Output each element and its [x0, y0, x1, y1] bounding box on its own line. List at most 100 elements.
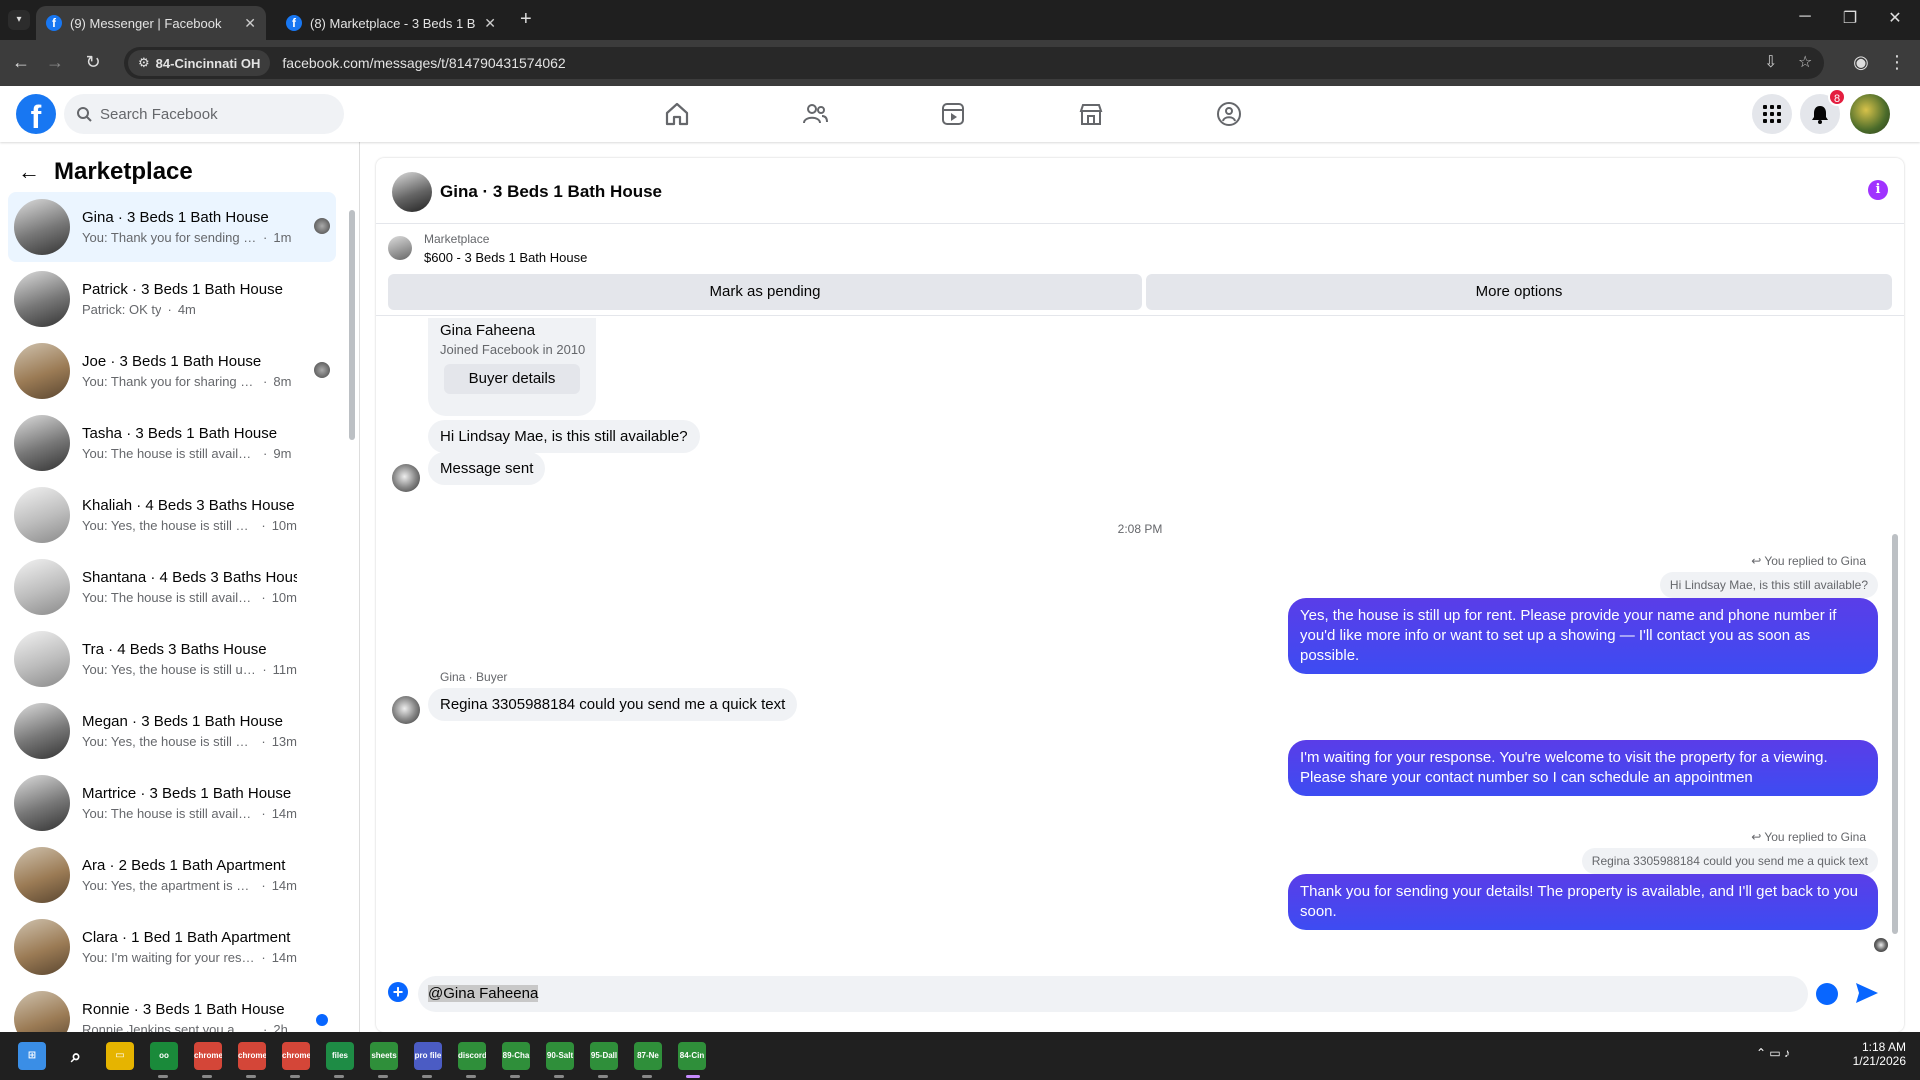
tab-search-button[interactable]: ▾: [8, 10, 30, 30]
conversation-item[interactable]: Shantana · 4 Beds 3 Baths House You: The …: [8, 552, 336, 622]
clock[interactable]: 1:18 AM 1/21/2026: [1820, 1040, 1906, 1068]
outgoing-message[interactable]: I'm waiting for your response. You're we…: [1288, 740, 1878, 796]
conversation-item[interactable]: Tasha · 3 Beds 1 Bath House You: The hous…: [8, 408, 336, 478]
conversation-preview: You: Yes, the apartment is still ava... ·…: [82, 878, 297, 893]
mark-as-pending-button[interactable]: Mark as pending: [388, 274, 1142, 310]
send-icon[interactable]: [1854, 980, 1880, 1006]
minimize-button[interactable]: ─: [1790, 8, 1820, 26]
taskbar-app-icon[interactable]: files: [326, 1042, 354, 1070]
sender-avatar[interactable]: [392, 696, 420, 724]
restore-button[interactable]: ❐: [1835, 8, 1865, 28]
conversation-item[interactable]: Martrice · 3 Beds 1 Bath House You: The h…: [8, 768, 336, 838]
sidebar-header: ← Marketplace: [18, 158, 193, 186]
plus-icon[interactable]: +: [388, 982, 408, 1002]
close-tab-icon[interactable]: ✕: [244, 15, 256, 32]
windows-start-icon[interactable]: ⊞: [18, 1042, 46, 1070]
conversation-item[interactable]: Megan · 3 Beds 1 Bath House You: Yes, the…: [8, 696, 336, 766]
groups-icon[interactable]: [1214, 100, 1244, 128]
incoming-message[interactable]: Message sent: [428, 452, 546, 485]
quoted-message[interactable]: Hi Lindsay Mae, is this still available?: [1659, 572, 1878, 598]
taskbar-app-icon[interactable]: chrome: [282, 1042, 310, 1070]
taskbar-app-icon[interactable]: 84-Cin: [678, 1042, 706, 1070]
info-icon[interactable]: i: [1868, 180, 1888, 200]
profile-icon[interactable]: ◉: [1850, 52, 1872, 73]
forward-icon[interactable]: →: [44, 52, 66, 73]
outgoing-message[interactable]: Yes, the house is still up for rent. Ple…: [1288, 598, 1878, 674]
listing-title[interactable]: $600 - 3 Beds 1 Bath House: [424, 250, 587, 265]
sender-label: Gina · Buyer: [440, 670, 508, 684]
outgoing-message[interactable]: Thank you for sending your details! The …: [1288, 874, 1878, 930]
conversation-item[interactable]: Joe · 3 Beds 1 Bath House You: Thank you …: [8, 336, 336, 406]
sidebar-scrollbar[interactable]: [349, 210, 355, 440]
search-icon[interactable]: ⌕: [62, 1042, 90, 1070]
taskbar-app-icon[interactable]: pro file: [414, 1042, 442, 1070]
taskbar-app-icon[interactable]: 87-Ne: [634, 1042, 662, 1070]
tab-marketplace[interactable]: f (8) Marketplace - 3 Beds 1 Bath ✕: [276, 6, 506, 40]
taskbar-app-icon[interactable]: sheets: [370, 1042, 398, 1070]
tab-messenger[interactable]: f (9) Messenger | Facebook ✕: [36, 6, 266, 40]
taskbar-app-icon[interactable]: oo: [150, 1042, 178, 1070]
menu-kebab-icon[interactable]: ⋮: [1886, 52, 1908, 73]
video-icon[interactable]: [938, 100, 968, 128]
search-facebook-input[interactable]: Search Facebook: [64, 94, 344, 134]
conversation-info: Gina · 3 Beds 1 Bath House You: Thank you…: [82, 209, 297, 245]
quoted-message[interactable]: Regina 3305988184 could you send me a qu…: [1581, 848, 1878, 874]
buyer-details-button[interactable]: Buyer details: [444, 364, 580, 394]
incoming-message[interactable]: Hi Lindsay Mae, is this still available?: [428, 420, 700, 453]
home-icon[interactable]: [662, 100, 692, 128]
listing-thumbnail[interactable]: [388, 236, 412, 260]
taskbar-app-icon[interactable]: chrome: [194, 1042, 222, 1070]
conversation-item[interactable]: Patrick · 3 Beds 1 Bath House Patrick: OK…: [8, 264, 336, 334]
taskbar-app-icon[interactable]: chrome: [238, 1042, 266, 1070]
sender-avatar[interactable]: [392, 464, 420, 492]
taskbar-app-icon[interactable]: 95-Dall: [590, 1042, 618, 1070]
site-info-chip[interactable]: ⚙ 84-Cincinnati OH: [128, 50, 271, 76]
conversation-info: Ara · 2 Beds 1 Bath Apartment You: Yes, t…: [82, 857, 297, 893]
facebook-logo-icon[interactable]: f: [16, 94, 56, 135]
emoji-icon[interactable]: [1816, 983, 1838, 1005]
conversation-item[interactable]: Clara · 1 Bed 1 Bath Apartment You: I'm w…: [8, 912, 336, 982]
conversation-name: Joe · 3 Beds 1 Bath House: [82, 353, 262, 370]
reload-icon[interactable]: ↻: [82, 52, 104, 73]
tray-icons[interactable]: ⌃ ▭ ♪: [1756, 1046, 1790, 1060]
close-tab-icon[interactable]: ✕: [484, 15, 496, 32]
more-options-button[interactable]: More options: [1146, 274, 1892, 310]
message-input[interactable]: @Gina Faheena: [418, 976, 1808, 1012]
install-icon[interactable]: ⇩: [1764, 47, 1777, 79]
site-chip-label: 84-Cincinnati OH: [155, 55, 261, 71]
conversation-item[interactable]: Tra · 4 Beds 3 Baths House You: Yes, the …: [8, 624, 336, 694]
listing-thumbnail: [14, 631, 70, 687]
search-placeholder: Search Facebook: [100, 105, 218, 123]
dot-separator: ·: [261, 806, 266, 821]
clock-date: 1/21/2026: [1852, 1054, 1906, 1068]
back-arrow-icon[interactable]: ←: [18, 159, 40, 185]
account-avatar[interactable]: [1850, 94, 1890, 134]
conversation-sidebar: ← Marketplace Gina · 3 Beds 1 Bath House…: [0, 142, 360, 1032]
conversation-item[interactable]: Khaliah · 4 Beds 3 Baths House You: Yes, …: [8, 480, 336, 550]
close-window-button[interactable]: ✕: [1880, 8, 1910, 28]
friends-icon[interactable]: [800, 100, 830, 128]
conversation-item[interactable]: Gina · 3 Beds 1 Bath House You: Thank you…: [8, 192, 336, 262]
new-tab-button[interactable]: +: [520, 8, 532, 31]
conversation-info: Tasha · 3 Beds 1 Bath House You: The hous…: [82, 425, 297, 461]
file-explorer-icon[interactable]: ▭: [106, 1042, 134, 1070]
taskbar-app-icon[interactable]: discord: [458, 1042, 486, 1070]
bookmark-star-icon[interactable]: ☆: [1798, 47, 1812, 79]
marketplace-icon[interactable]: [1076, 100, 1106, 128]
conversation-item[interactable]: Ronnie · 3 Beds 1 Bath House Ronnie Jenki…: [8, 984, 336, 1032]
address-bar[interactable]: ⚙ 84-Cincinnati OH facebook.com/messages…: [124, 47, 1824, 79]
chat-title[interactable]: Gina · 3 Beds 1 Bath House: [440, 182, 662, 202]
incoming-message[interactable]: Regina 3305988184 could you send me a qu…: [428, 688, 798, 721]
conversation-item[interactable]: Ara · 2 Beds 1 Bath Apartment You: Yes, t…: [8, 840, 336, 910]
back-icon[interactable]: ←: [10, 52, 32, 73]
conversation-info: Megan · 3 Beds 1 Bath House You: Yes, the…: [82, 713, 297, 749]
url-text[interactable]: facebook.com/messages/t/814790431574062: [282, 55, 565, 71]
chat-avatar[interactable]: [392, 172, 432, 212]
taskbar-app-icon[interactable]: 89-Cha: [502, 1042, 530, 1070]
chat-scrollbar[interactable]: [1892, 534, 1898, 934]
menu-grid-button[interactable]: [1752, 94, 1792, 134]
running-indicator: [686, 1075, 700, 1078]
conversation-name: Gina · 3 Beds 1 Bath House: [82, 209, 269, 226]
notifications-button[interactable]: 8: [1800, 88, 1846, 134]
taskbar-app-icon[interactable]: 90-Salt: [546, 1042, 574, 1070]
